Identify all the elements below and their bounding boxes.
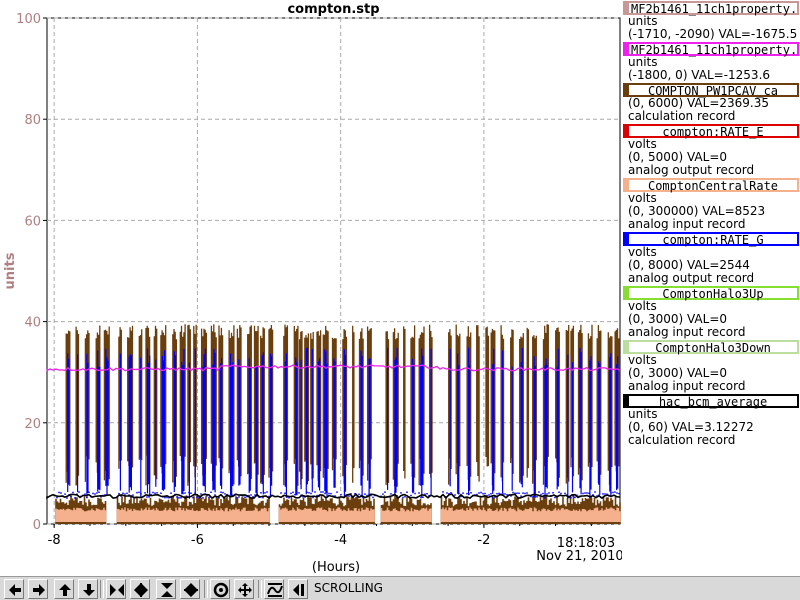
center-icon [213,582,229,598]
legend-title: MF2b1461_11ch1property.F [631,2,795,16]
zoom-in-x-button[interactable] [106,579,126,599]
legend-title: COMPTON_PW1PCAV_ca [647,84,779,98]
strip-chart: 0 20 40 60 80 100 -8 -6 -4 -2 compton.stp units (Hou… [3,2,622,575]
scroll-mode-icon [293,584,304,596]
legend-detail: analog input record [628,217,746,231]
legend-swatch [625,44,629,54]
legend-swatch [625,85,629,95]
legend-title-box[interactable]: ComptonHalo3Up [623,286,799,301]
x-tick-label: -4 [334,533,347,548]
legend-detail: analog input record [628,379,746,393]
toolbar-separator [204,580,208,598]
legend: MF2b1461_11ch1property.F units (-1710, -20… [622,0,800,447]
center-button[interactable] [210,579,230,599]
y-tick-label: 0 [33,518,41,533]
legend-swatch [625,126,629,136]
x-tick-label: -8 [48,533,61,548]
scroll-right-button[interactable] [28,579,48,599]
legend-title: ComptonHalo3Up [662,287,764,301]
chart-title: compton.stp [287,2,379,17]
legend-title-box[interactable]: compton:RATE_G [623,232,799,247]
legend-swatch [625,180,629,190]
legend-title-box[interactable]: MF2b1461_11ch1property.F [623,1,799,16]
legend-detail: calculation record [628,109,736,123]
legend-detail: analog output record [628,271,755,285]
zoom-out-x-button[interactable] [130,579,150,599]
x-tick-label: -2 [477,533,490,548]
legend-swatch [625,396,629,406]
legend-swatch [625,234,629,244]
x-axis-label: (Hours) [312,560,360,575]
pan-icon [238,583,252,597]
scroll-left-icon [9,584,21,596]
legend-entry[interactable]: hac_bcm_average units (0, 60) VAL=3.12272 c… [622,394,800,447]
y-tick-label: 60 [24,214,41,229]
scroll-right-icon [33,584,45,596]
legend-entry[interactable]: COMPTON_PW1PCAV_ca (0, 6000) VAL=2369.35 c… [622,83,800,123]
y-tick-label: 20 [24,417,41,432]
toolbar-separator [100,580,104,598]
legend-detail: analog output record [628,163,755,177]
legend-title: ComptonCentralRate [647,179,779,193]
legend-title: compton:RATE_E [662,125,764,139]
scroll-up-icon [59,584,71,596]
legend-detail: (-1800, 0) VAL=-1253.6 [628,68,771,82]
legend-detail: calculation record [628,433,736,447]
legend-title-box[interactable]: ComptonCentralRate [623,178,799,193]
y-tick-label: 100 [16,12,41,27]
legend-title: hac_bcm_average [658,395,768,409]
legend-detail: analog input record [628,325,746,339]
legend-entry[interactable]: compton:RATE_G volts (0, 8000) VAL=2544 ana… [622,232,800,285]
legend-title: MF2b1461_11ch1property.E [631,43,795,57]
pan-button[interactable] [234,579,254,599]
legend-title-box[interactable]: hac_bcm_average [623,394,799,409]
autoscale-icon [267,583,283,597]
legend-title: ComptonHalo3Down [655,341,771,355]
legend-detail: (-1710, -2090) VAL=-1675.5 [628,27,798,41]
toolbar: SCROLLING [0,576,800,600]
legend-title-box[interactable]: COMPTON_PW1PCAV_ca [623,83,799,98]
scroll-left-button[interactable] [4,579,24,599]
y-axis-label: units [3,252,18,289]
legend-title-box[interactable]: compton:RATE_E [623,124,799,139]
zoom-out-x-icon [134,583,148,597]
legend-swatch [625,342,629,352]
zoom-in-x-icon [110,584,124,596]
scroll-mode-button[interactable] [288,579,308,599]
legend-title-box[interactable]: MF2b1461_11ch1property.E [623,42,799,57]
legend-entry[interactable]: ComptonHalo3Down volts (0, 3000) VAL=0 anal… [622,340,800,393]
legend-entry[interactable]: ComptonHalo3Up volts (0, 3000) VAL=0 analog… [622,286,800,339]
legend-title: compton:RATE_G [662,233,764,247]
zoom-out-y-button[interactable] [180,579,200,599]
scroll-up-button[interactable] [54,579,74,599]
zoom-in-y-button[interactable] [156,579,176,599]
legend-swatch [625,288,629,298]
legend-title-box[interactable]: ComptonHalo3Down [623,340,799,355]
x-tick-label: -6 [191,533,204,548]
scroll-down-icon [83,584,95,596]
legend-entry[interactable]: ComptonCentralRate volts (0, 300000) VAL=8… [622,178,800,231]
mode-status: SCROLLING [314,581,383,595]
legend-swatch [625,3,629,13]
autoscale-button[interactable] [264,579,284,599]
zoom-in-y-icon [161,583,173,597]
zoom-out-y-icon [184,583,198,597]
legend-entry[interactable]: MF2b1461_11ch1property.E units (-1800, 0) … [622,42,800,82]
y-tick-label: 40 [24,316,41,331]
scroll-down-button[interactable] [78,579,98,599]
toolbar-separator [258,580,262,598]
y-tick-label: 80 [24,113,41,128]
timestamp-date: Nov 21, 2010 [536,549,622,564]
legend-entry[interactable]: MF2b1461_11ch1property.F units (-1710, -20… [622,1,800,41]
legend-entry[interactable]: compton:RATE_E volts (0, 5000) VAL=0 analog… [622,124,800,177]
